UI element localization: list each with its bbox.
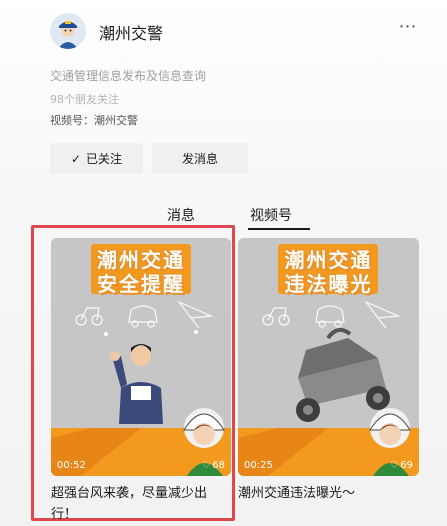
message-button[interactable]: 发消息 bbox=[152, 143, 248, 174]
video-card[interactable]: 潮州交通 违法曝光 00:25 ♡ 69 bbox=[238, 238, 419, 476]
video-banner-line2: 违法曝光 bbox=[284, 272, 373, 296]
tab-channels[interactable]: 视频号 bbox=[250, 205, 292, 225]
message-label: 发消息 bbox=[181, 152, 218, 166]
followers-count[interactable]: 98个朋友关注 bbox=[50, 91, 119, 107]
video-likes-count: 69 bbox=[400, 460, 413, 471]
video-caption[interactable]: 超强台风来袭，尽量减少出行！ bbox=[51, 483, 231, 525]
check-icon: ✓ bbox=[70, 151, 82, 166]
account-description: 交通管理信息发布及信息查询 bbox=[50, 69, 207, 83]
video-duration: 00:25 bbox=[244, 460, 273, 471]
follow-button[interactable]: ✓ 已关注 bbox=[50, 143, 143, 174]
video-caption[interactable]: 潮州交通违法曝光～ bbox=[238, 483, 428, 504]
tab-messages[interactable]: 消息 bbox=[167, 205, 195, 225]
more-dots-icon[interactable]: ⋯ bbox=[397, 16, 419, 38]
like-icon: ♡ bbox=[390, 460, 399, 471]
active-tab-indicator bbox=[248, 228, 310, 230]
channel-link[interactable]: 视频号：潮州交警 bbox=[50, 112, 138, 128]
follow-label: 已关注 bbox=[86, 152, 123, 166]
video-likes: ♡ 69 bbox=[390, 460, 413, 471]
account-avatar[interactable] bbox=[50, 13, 86, 49]
avatar-police-icon bbox=[50, 13, 86, 49]
account-header: 潮州交警 ⋯ bbox=[0, 0, 447, 60]
account-name: 潮州交警 bbox=[99, 24, 164, 43]
highlight-box bbox=[31, 225, 235, 521]
